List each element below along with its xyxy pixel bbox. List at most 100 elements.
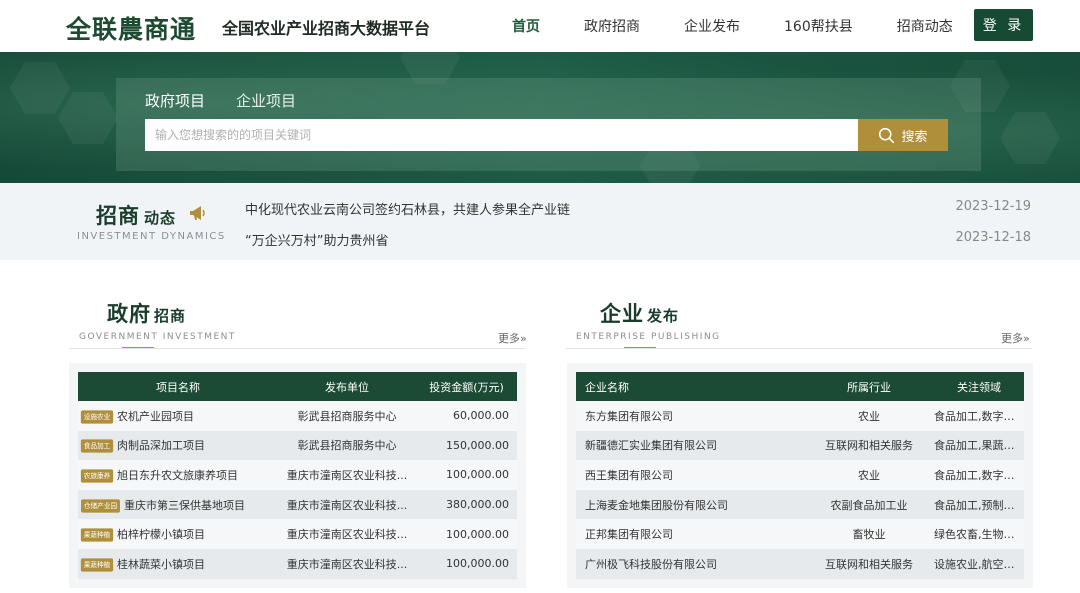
search-panel: 政府项目 企业项目 搜索 [116, 78, 981, 171]
ent-title-sub: 发布 [647, 307, 680, 325]
search-icon [879, 127, 895, 143]
table-row[interactable]: 食品加工 肉制品深加工项目 彰武县招商服务中心 150,000.00 [78, 430, 517, 461]
table-row[interactable]: 设施农业 农机产业园项目 彰武县招商服务中心 60,000.00 [78, 401, 517, 431]
login-button[interactable]: 登 录 [974, 9, 1033, 41]
company-name: 新疆德汇实业集团有限公司 [576, 430, 804, 461]
gov-section-en: GOVERNMENT INVESTMENT [79, 332, 236, 342]
gov-title-main: 政府 [107, 302, 151, 326]
news-item-link[interactable]: 中化现代农业云南公司签约石林县，共建人参果全产业链 [245, 199, 570, 218]
col-project-name: 项目名称 [78, 372, 278, 401]
amount: 150,000.00 [416, 430, 517, 461]
table-row[interactable]: 广州极飞科技股份有限公司 互联网和相关服务 设施农业,航空制... [576, 548, 1024, 579]
gov-projects-table: 项目名称 发布单位 投资金额(万元) 设施农业 农机产业园项目 彰武县招商服务中心… [78, 372, 517, 579]
col-company-name: 企业名称 [576, 372, 804, 401]
ent-section-header: 企业 发布 ENTERPRISE PUBLISHING [576, 298, 721, 349]
nav-investment-dynamics[interactable]: 招商动态 [875, 16, 975, 36]
publisher: 重庆市潼南区农业科技... [278, 548, 416, 579]
platform-title: 全国农业产业招商大数据平台 [222, 19, 431, 38]
main-nav: 首页 政府招商 企业发布 160帮扶县 招商动态 [490, 16, 975, 36]
project-name: 旭日东升农文旅康养项目 [117, 468, 238, 482]
double-chevron-right-icon: » [520, 332, 527, 345]
hex-decoration [1000, 112, 1060, 164]
focus-area: 食品加工,数字产... [934, 401, 1024, 431]
amount: 100,000.00 [416, 460, 517, 490]
investment-dynamics: 招商 动态 INVESTMENT DYNAMICS 中化现代农业云南公司签约石林县… [0, 183, 1080, 260]
dynamics-title: 招商 动态 [96, 200, 176, 230]
table-row[interactable]: 东方集团有限公司 农业 食品加工,数字产... [576, 401, 1024, 431]
table-row[interactable]: 上海麦金地集团股份有限公司 农副食品加工业 食品加工,预制菜,... [576, 489, 1024, 520]
table-row[interactable]: 仓储产业园 重庆市第三保供基地项目 重庆市潼南区农业科技... 380,000.0… [78, 489, 517, 520]
nav-gov-investment[interactable]: 政府招商 [562, 16, 662, 36]
industry: 畜牧业 [804, 519, 934, 549]
gov-table-wrap: 项目名称 发布单位 投资金额(万元) 设施农业 农机产业园项目 彰武县招商服务中心… [69, 363, 526, 588]
news-item-link[interactable]: “万企兴万村”助力贵州省 [245, 230, 388, 249]
nav-enterprise-publishing[interactable]: 企业发布 [662, 16, 762, 36]
search-button[interactable]: 搜索 [858, 119, 948, 151]
company-name: 上海麦金地集团股份有限公司 [576, 489, 804, 520]
category-badge: 果蔬种植 [80, 558, 114, 572]
news-item-date: 2023-12-19 [955, 199, 1031, 214]
amount: 60,000.00 [416, 401, 517, 431]
top-header: 全联農商通 全国农业产业招商大数据平台 首页 政府招商 企业发布 160帮扶县 … [0, 0, 1080, 52]
amount: 100,000.00 [416, 519, 517, 549]
ent-table-wrap: 企业名称 所属行业 关注领域 东方集团有限公司 农业 食品加工,数字产... 新… [567, 363, 1033, 588]
ent-more-label: 更多 [1001, 332, 1023, 345]
gov-section-title: 政府 招商 [79, 298, 236, 328]
search-button-label: 搜索 [901, 129, 928, 145]
table-header-row: 企业名称 所属行业 关注领域 [576, 372, 1024, 401]
publisher: 重庆市潼南区农业科技... [278, 519, 416, 549]
industry: 农业 [804, 460, 934, 490]
project-name: 桂林蔬菜小镇项目 [117, 557, 205, 571]
project-name: 柏梓柠檬小镇项目 [117, 528, 205, 542]
table-row[interactable]: 新疆德汇实业集团有限公司 互联网和相关服务 食品加工,果蔬种植 [576, 430, 1024, 461]
focus-area: 食品加工,预制菜,... [934, 489, 1024, 520]
gov-more-link[interactable]: 更多» [498, 330, 527, 346]
amount: 100,000.00 [416, 548, 517, 579]
ent-section-title: 企业 发布 [576, 298, 721, 328]
company-name: 正邦集团有限公司 [576, 519, 804, 549]
industry: 互联网和相关服务 [804, 548, 934, 579]
gov-title-sub: 招商 [154, 307, 187, 325]
table-row[interactable]: 西王集团有限公司 农业 食品加工,数字产... [576, 460, 1024, 490]
hex-decoration [10, 62, 70, 114]
col-focus-area: 关注领域 [934, 372, 1024, 401]
ent-section-en: ENTERPRISE PUBLISHING [576, 332, 721, 342]
ent-title-main: 企业 [600, 302, 644, 326]
megaphone-icon [190, 206, 205, 220]
company-name: 东方集团有限公司 [576, 401, 804, 431]
table-row[interactable]: 果蔬种植 桂林蔬菜小镇项目 重庆市潼南区农业科技... 100,000.00 [78, 548, 517, 579]
publisher: 重庆市潼南区农业科技... [278, 489, 416, 520]
nav-home[interactable]: 首页 [490, 16, 562, 36]
nav-160-counties[interactable]: 160帮扶县 [762, 16, 875, 36]
tab-enterprise-projects[interactable]: 企业项目 [236, 90, 296, 111]
tab-gov-projects[interactable]: 政府项目 [145, 90, 205, 111]
category-badge: 设施农业 [80, 410, 114, 424]
col-industry: 所属行业 [804, 372, 934, 401]
dynamics-title-sub: 动态 [144, 209, 177, 227]
news-item-date: 2023-12-18 [955, 230, 1031, 245]
table-row[interactable]: 正邦集团有限公司 畜牧业 绿色农畜,生物工... [576, 519, 1024, 549]
publisher: 重庆市潼南区农业科技... [278, 460, 416, 490]
industry: 农副食品加工业 [804, 489, 934, 520]
category-badge: 仓储产业园 [81, 498, 120, 513]
section-divider [69, 348, 526, 349]
ent-more-link[interactable]: 更多» [1001, 330, 1030, 346]
category-badge: 果蔬种植 [80, 528, 114, 542]
site-logo[interactable]: 全联農商通 [66, 10, 196, 46]
category-badge: 农旅康养 [80, 469, 114, 483]
col-publisher: 发布单位 [278, 372, 416, 401]
publisher: 彰武县招商服务中心 [278, 430, 416, 461]
table-row[interactable]: 农旅康养 旭日东升农文旅康养项目 重庆市潼南区农业科技... 100,000.00 [78, 460, 517, 490]
company-name: 广州极飞科技股份有限公司 [576, 548, 804, 579]
focus-area: 设施农业,航空制... [934, 548, 1024, 579]
focus-area: 食品加工,果蔬种植 [934, 430, 1024, 461]
search-input[interactable] [145, 119, 858, 151]
col-investment-amount: 投资金额(万元) [416, 372, 517, 401]
industry: 互联网和相关服务 [804, 430, 934, 461]
publisher: 彰武县招商服务中心 [278, 401, 416, 431]
dynamics-title-main: 招商 [96, 204, 140, 228]
project-name: 肉制品深加工项目 [117, 439, 205, 453]
gov-more-label: 更多 [498, 332, 520, 345]
table-row[interactable]: 果蔬种植 柏梓柠檬小镇项目 重庆市潼南区农业科技... 100,000.00 [78, 519, 517, 549]
amount: 380,000.00 [416, 489, 517, 520]
